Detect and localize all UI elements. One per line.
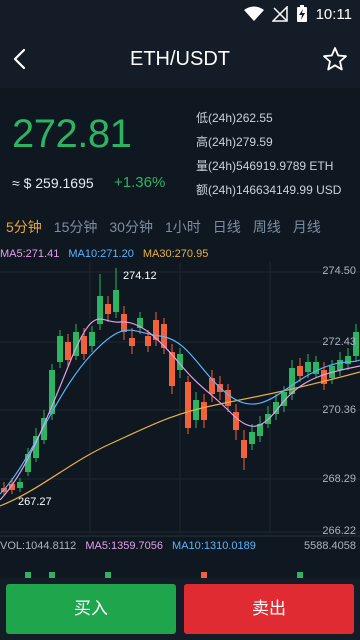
candle-body — [345, 356, 351, 364]
candle-body — [57, 336, 63, 362]
price-axis-label: 270.36 — [322, 404, 356, 416]
last-price: 272.81 — [12, 112, 132, 156]
page-title: ETH/USDT — [130, 48, 230, 70]
candle-body — [121, 314, 127, 332]
status-time: 10:11 — [315, 5, 352, 23]
candle-body — [89, 332, 95, 346]
stats-24h: 低(24h)262.55 高(24h)279.59 量(24h)546919.9… — [196, 106, 341, 202]
kline-svg — [0, 262, 360, 578]
candle-body — [305, 362, 311, 372]
nav-bar: ETH/USDT — [0, 30, 360, 88]
candle-body — [145, 336, 151, 346]
ma10-label: MA10:271.20 — [68, 248, 134, 260]
volume-legend: VOL:1044.8112 MA5:1359.7056 MA10:1310.01… — [0, 540, 262, 552]
candle-body — [129, 338, 135, 346]
vol-label: VOL:1044.8112 — [0, 540, 77, 552]
high-callout: 274.12 — [123, 270, 157, 282]
ticker-summary: 272.81 ≈ $ 259.1695 +1.36% 低(24h)262.55 … — [0, 88, 360, 204]
tab-15min[interactable]: 15分钟 — [48, 217, 104, 237]
favorite-star-icon[interactable] — [322, 46, 348, 72]
tab-weekly[interactable]: 周线 — [247, 217, 287, 237]
buy-button[interactable]: 买入 — [6, 584, 176, 634]
candle-body — [201, 402, 207, 420]
candle-body — [185, 382, 191, 428]
candle-body — [233, 412, 239, 430]
vol-ma10-label: MA10:1310.0189 — [172, 540, 256, 552]
buy-button-label: 买入 — [74, 599, 108, 618]
ma5-label: MA5:271.41 — [0, 248, 60, 260]
candle-body — [65, 342, 71, 360]
candle-body — [297, 366, 303, 376]
stat-high: 高(24h)279.59 — [196, 135, 273, 149]
tab-30min[interactable]: 30分钟 — [103, 217, 159, 237]
candle-body — [249, 432, 255, 444]
no-signal-icon — [271, 6, 288, 22]
tab-daily[interactable]: 日线 — [207, 217, 247, 237]
volume-axis-label: 5588.4058 — [304, 540, 356, 552]
price-axis-label: 268.29 — [322, 473, 356, 485]
candle-body — [81, 336, 87, 354]
stat-volume: 量(24h)546919.9789 ETH — [196, 159, 334, 173]
stat-turnover: 额(24h)146634149.99 USD — [196, 183, 342, 197]
candle-body — [241, 440, 247, 458]
sell-button[interactable]: 卖出 — [184, 584, 354, 634]
stat-low: 低(24h)262.55 — [196, 111, 273, 125]
vol-ma5-label: MA5:1359.7056 — [85, 540, 163, 552]
price-axis-label: 272.43 — [322, 336, 356, 348]
wifi-icon — [243, 6, 264, 21]
candle-body — [289, 368, 295, 394]
tab-monthly[interactable]: 月线 — [287, 217, 327, 237]
ma-legend: MA5:271.41 MA10:271.20 MA30:270.95 — [0, 248, 214, 260]
tab-1hour[interactable]: 1小时 — [159, 217, 207, 237]
ma30-label: MA30:270.95 — [142, 248, 209, 260]
candle-body — [209, 378, 215, 394]
status-icons: 10:11 — [243, 5, 352, 23]
kline-chart[interactable]: MA5:271.41 MA10:271.20 MA30:270.95 274.5… — [0, 244, 360, 578]
price-axis-label: 274.50 — [322, 265, 356, 277]
tab-5min[interactable]: 5分钟 — [0, 217, 48, 237]
sell-button-label: 卖出 — [252, 599, 286, 618]
period-tabs: 5分钟 15分钟 30分钟 1小时 日线 周线 月线 — [0, 210, 360, 244]
converted-price: ≈ $ 259.1695 — [12, 175, 94, 191]
battery-charging-icon — [296, 5, 307, 22]
candle-body — [17, 482, 23, 488]
change-percent: +1.36% — [114, 174, 166, 191]
trade-action-bar: 买入 卖出 — [0, 578, 360, 640]
candle-body — [337, 360, 343, 370]
price-axis-label: 266.22 — [322, 525, 356, 537]
candle-body — [105, 304, 111, 314]
candle-body — [113, 290, 119, 312]
status-bar: 10:11 — [0, 0, 360, 30]
low-callout: 267.27 — [18, 496, 52, 508]
